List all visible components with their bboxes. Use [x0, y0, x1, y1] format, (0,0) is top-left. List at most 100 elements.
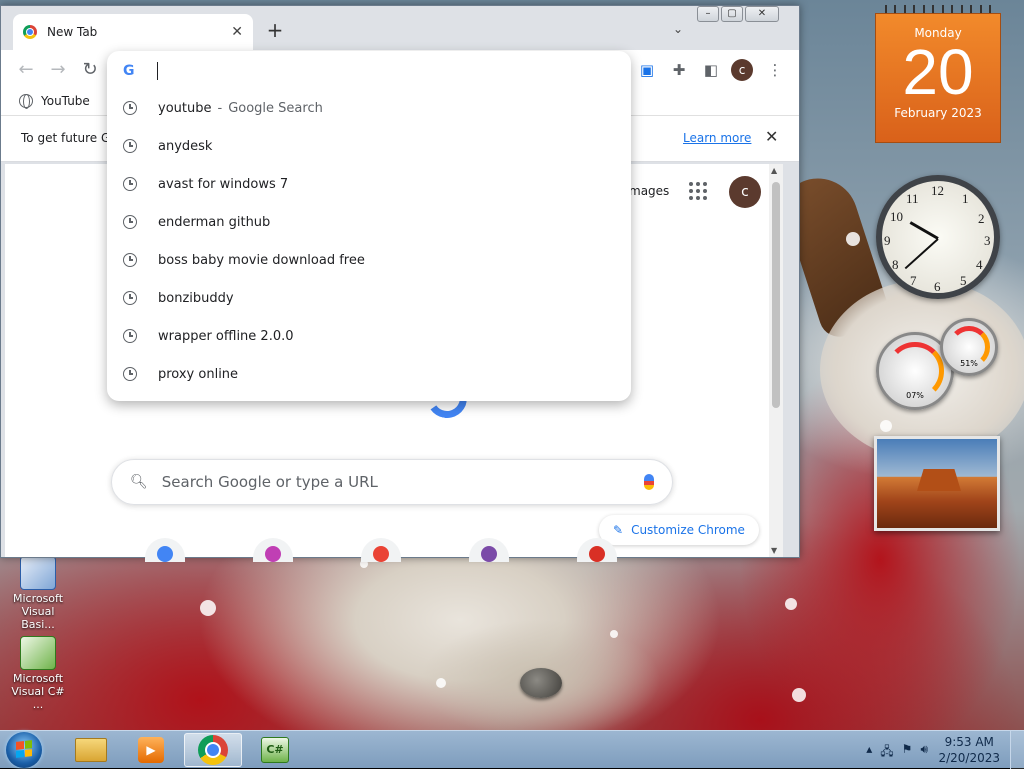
page-scrollbar[interactable]: ▲ ▼	[769, 164, 783, 557]
scroll-down-icon[interactable]: ▼	[771, 546, 777, 555]
clock-numeral: 2	[978, 211, 985, 226]
clock-numeral: 11	[906, 191, 919, 206]
bookmark-youtube[interactable]: YouTube	[19, 94, 90, 109]
taskbar-explorer[interactable]	[62, 733, 120, 767]
clock-numeral: 1	[962, 191, 969, 206]
suggestion-item[interactable]: anydesk	[107, 127, 631, 165]
start-button[interactable]	[6, 732, 42, 768]
address-bar[interactable]: G	[107, 51, 631, 91]
customize-label: Customize Chrome	[631, 523, 745, 537]
history-clock-icon	[123, 367, 137, 381]
close-window-button[interactable]: ✕	[745, 6, 779, 22]
shortcut-tile[interactable]	[361, 538, 401, 562]
forward-button[interactable]: →	[47, 59, 69, 80]
slideshow-gadget[interactable]	[874, 436, 1000, 531]
chrome-favicon-icon	[23, 25, 37, 39]
snowflake	[792, 688, 806, 702]
calendar-month: February 2023	[894, 106, 982, 120]
snowflake	[200, 600, 216, 616]
tab-title: New Tab	[47, 25, 98, 39]
search-icon: 🔍︎	[130, 474, 148, 490]
shortcut-tiles	[145, 538, 617, 562]
page-avatar[interactable]: c	[729, 176, 761, 208]
minimize-button[interactable]: –	[697, 6, 719, 22]
shortcut-tile[interactable]	[253, 538, 293, 562]
slideshow-photo-butte	[917, 469, 961, 491]
suggestion-text: enderman github	[158, 214, 271, 230]
clock-numeral: 4	[976, 257, 983, 272]
scrollbar-thumb[interactable]	[772, 182, 780, 408]
suggestion-item[interactable]: enderman github	[107, 203, 631, 241]
desktop-icon-visual-basic[interactable]: Microsoft Visual Basi...	[6, 556, 70, 631]
tab-new-tab[interactable]: New Tab ✕	[13, 14, 253, 50]
suggestion-item[interactable]: bonzibuddy	[107, 279, 631, 317]
suggestion-item[interactable]: boss baby movie download free	[107, 241, 631, 279]
shortcut-tile[interactable]	[145, 538, 185, 562]
side-panel-icon[interactable]: ◧	[699, 58, 723, 82]
history-clock-icon	[123, 139, 137, 153]
network-icon[interactable]: 🖧︎	[880, 742, 893, 763]
menu-kebab-icon[interactable]: ⋮	[763, 58, 787, 82]
info-bar-close-icon[interactable]: ✕	[765, 127, 778, 146]
extensions-icon[interactable]: ✚	[667, 58, 691, 82]
shortcut-tile[interactable]	[469, 538, 509, 562]
suggestion-item[interactable]: proxy online	[107, 355, 631, 393]
tab-strip: New Tab ✕ + ⌄ – ▢ ✕	[1, 6, 799, 50]
shortcut-tile[interactable]	[577, 538, 617, 562]
calendar-gadget[interactable]: Monday 20 February 2023	[875, 5, 1001, 144]
page-search-box[interactable]: 🔍︎ Search Google or type a URL	[111, 459, 673, 505]
tab-search-icon[interactable]: ⌄	[673, 22, 683, 36]
profile-avatar-button[interactable]: c	[731, 59, 755, 83]
ram-meter-gadget[interactable]: 51%	[940, 318, 998, 376]
history-clock-icon	[123, 101, 137, 115]
images-link[interactable]: mages	[629, 184, 669, 198]
wallpaper-coat-button	[520, 668, 562, 698]
snowflake	[880, 420, 892, 432]
desktop-icon-visual-csharp[interactable]: Microsoft Visual C# ...	[6, 636, 70, 711]
maximize-button[interactable]: ▢	[721, 6, 743, 22]
action-center-flag-icon[interactable]: ⚑	[902, 742, 913, 763]
tab-close-icon[interactable]: ✕	[231, 24, 243, 40]
suggestion-text: youtube	[158, 100, 212, 116]
omnibox-dropdown: G youtube - Google Search anydesk avast …	[107, 51, 631, 401]
tray-time: 9:53 AM	[944, 735, 994, 749]
customize-chrome-button[interactable]: ✎ Customize Chrome	[599, 515, 759, 545]
visual-csharp-taskbar-icon: C#	[261, 737, 289, 763]
scroll-up-icon[interactable]: ▲	[771, 166, 777, 175]
microphone-icon[interactable]	[644, 474, 654, 490]
screencast-icon[interactable]: ▣	[635, 58, 659, 82]
suggestion-text: bonzibuddy	[158, 290, 234, 306]
reload-button[interactable]: ↻	[79, 59, 101, 80]
volume-icon[interactable]: 🔊︎	[920, 742, 928, 763]
visual-csharp-icon	[20, 636, 56, 670]
clock-numeral: 6	[934, 279, 941, 294]
visual-basic-icon	[20, 556, 56, 590]
taskbar-chrome[interactable]	[184, 733, 242, 767]
new-tab-button[interactable]: +	[263, 20, 287, 40]
show-desktop-button[interactable]	[1010, 731, 1024, 769]
clock-tray[interactable]: 9:53 AM 2/20/2023	[938, 734, 1000, 766]
calendar-day: 20	[902, 36, 974, 108]
chrome-icon	[198, 735, 228, 765]
clock-numeral: 7	[910, 273, 917, 288]
google-apps-icon[interactable]	[689, 182, 707, 200]
ram-meter-value: 51%	[960, 359, 978, 368]
taskbar: ▶ C# ▴ 🖧︎ ⚑ 🔊︎ 9:53 AM 2/20/2023	[0, 730, 1024, 769]
taskbar-media-player[interactable]: ▶	[122, 733, 180, 767]
suggestion-item[interactable]: avast for windows 7	[107, 165, 631, 203]
back-button[interactable]: ←	[15, 59, 37, 80]
chrome-window[interactable]: New Tab ✕ + ⌄ – ▢ ✕ ← → ↻ ▣ ✚ ◧ c ⋮ YouT…	[0, 5, 800, 562]
suggestion-item[interactable]: wrapper offline 2.0.0	[107, 317, 631, 355]
learn-more-link[interactable]: Learn more	[683, 131, 751, 145]
clock-numeral: 5	[960, 273, 967, 288]
suggestion-text: wrapper offline 2.0.0	[158, 328, 294, 344]
taskbar-visual-csharp[interactable]: C#	[246, 733, 304, 767]
cpu-meter-value: 07%	[906, 391, 924, 400]
suggestion-item[interactable]: youtube - Google Search	[107, 89, 631, 127]
clock-numeral: 12	[931, 183, 944, 198]
suggestion-text: avast for windows 7	[158, 176, 289, 192]
folder-icon	[75, 738, 107, 762]
tray-expand-icon[interactable]: ▴	[866, 742, 872, 763]
snowflake	[610, 630, 618, 638]
clock-gadget[interactable]: 12 1 2 3 4 5 6 7 8 9 10 11	[876, 175, 1000, 299]
